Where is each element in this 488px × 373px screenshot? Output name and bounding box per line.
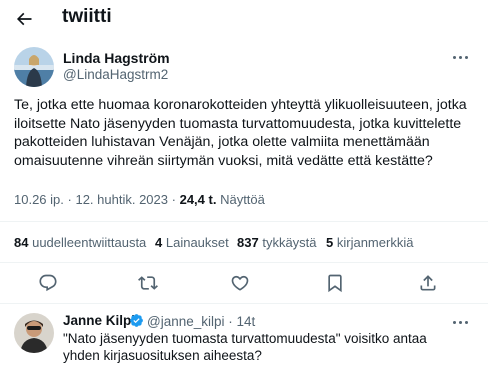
- quotes-label: Lainaukset: [165, 235, 229, 250]
- bookmarks-stat[interactable]: 5 kirjanmerkkiä: [326, 235, 413, 250]
- share-icon[interactable]: [418, 273, 438, 293]
- likes-label: tykkäystä: [262, 235, 317, 250]
- avatar[interactable]: [14, 313, 54, 353]
- quotes-count: 4: [155, 235, 163, 250]
- retweets-stat[interactable]: 84 uudelleentwiittausta: [14, 235, 146, 250]
- reply-author-name[interactable]: Janne Kilpi: [63, 313, 135, 328]
- tweet-meta: 10.26 ip. · 12. huhtik. 2023 · 24,4 t. N…: [14, 192, 265, 207]
- bookmark-icon[interactable]: [325, 273, 345, 293]
- action-bar: [0, 272, 488, 298]
- separator: ·: [67, 192, 72, 207]
- tweet-text: Te, jotka ette huomaa koronarokotteiden …: [14, 97, 467, 169]
- author-handle[interactable]: @LindaHagstrm2: [63, 67, 168, 82]
- views-label: Näyttöä: [220, 192, 265, 207]
- retweet-icon[interactable]: [138, 273, 158, 293]
- reply-handle-time[interactable]: @janne_kilpi · 14t: [147, 314, 255, 329]
- top-bar: twiitti: [0, 0, 488, 36]
- divider: [0, 221, 488, 222]
- likes-count: 837: [237, 235, 259, 250]
- author-name[interactable]: Linda Hagström: [63, 50, 170, 66]
- tweet-time[interactable]: 10.26 ip.: [14, 192, 64, 207]
- divider: [0, 262, 488, 263]
- more-options-icon[interactable]: [451, 313, 469, 331]
- separator: ·: [171, 192, 176, 207]
- quotes-stat[interactable]: 4 Lainaukset: [155, 235, 229, 250]
- like-icon[interactable]: [230, 273, 250, 293]
- reply-icon[interactable]: [38, 273, 58, 293]
- retweets-label: uudelleentwiittausta: [32, 235, 147, 250]
- verified-badge-icon: [130, 314, 143, 327]
- arrow-left-icon[interactable]: [14, 9, 34, 29]
- divider: [0, 303, 488, 304]
- likes-stat[interactable]: 837 tykkäystä: [237, 235, 317, 250]
- bookmarks-label: kirjanmerkkiä: [336, 235, 414, 250]
- bookmarks-count: 5: [326, 235, 334, 250]
- avatar[interactable]: [14, 47, 54, 87]
- more-options-icon[interactable]: [451, 48, 469, 66]
- tweet-date[interactable]: 12. huhtik. 2023: [75, 192, 168, 207]
- views-count: 24,4 t.: [179, 192, 217, 207]
- retweets-count: 84: [14, 235, 29, 250]
- reply-text: "Nato jäsenyyden tuomasta turvattomuudes…: [63, 331, 427, 363]
- page-title: twiitti: [62, 6, 112, 27]
